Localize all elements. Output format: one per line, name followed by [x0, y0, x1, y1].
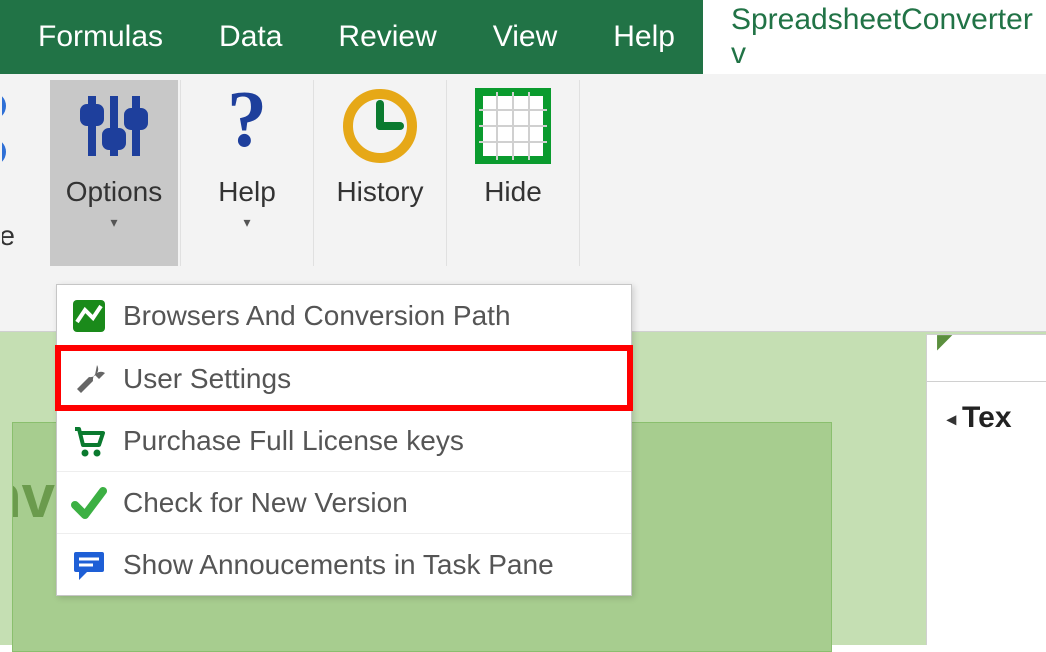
pane-divider	[927, 381, 1046, 382]
menu-label: Browsers And Conversion Path	[123, 300, 511, 332]
ribbon-partial-label: re	[2, 220, 15, 252]
menu-item-show-announcements[interactable]: Show Annoucements in Task Pane	[57, 533, 631, 595]
check-icon	[69, 483, 109, 523]
hide-button[interactable]: Hide	[449, 80, 577, 266]
options-label: Options	[66, 176, 163, 208]
options-dropdown: Browsers And Conversion Path User Settin…	[56, 284, 632, 596]
grid-icon	[473, 86, 553, 166]
history-button[interactable]: History	[316, 80, 444, 266]
menu-label: Show Annoucements in Task Pane	[123, 549, 554, 581]
tab-data[interactable]: Data	[191, 0, 310, 74]
clock-icon	[340, 86, 420, 166]
announcement-icon	[69, 545, 109, 585]
menu-item-purchase-license[interactable]: Purchase Full License keys	[57, 409, 631, 471]
cart-icon	[69, 421, 109, 461]
menu-item-check-version[interactable]: Check for New Version	[57, 471, 631, 533]
menu-item-user-settings[interactable]: User Settings	[57, 347, 631, 409]
chevron-down-icon: ▾	[243, 214, 250, 231]
task-pane: ◤ Tex	[926, 334, 1046, 645]
menu-item-browsers-conversion-path[interactable]: Browsers And Conversion Path	[57, 285, 631, 347]
ribbon-partial-left[interactable]: re	[2, 80, 46, 266]
tab-formulas[interactable]: Formulas	[10, 0, 191, 74]
ribbon-tab-bar: Formulas Data Review View Help Spreadshe…	[0, 0, 1046, 74]
sliders-icon	[74, 86, 154, 166]
pane-corner-mark-icon: ◤	[937, 329, 952, 354]
help-button[interactable]: ? Help ▾	[183, 80, 311, 266]
tab-review[interactable]: Review	[310, 0, 464, 74]
help-label: Help	[218, 176, 276, 208]
wrench-icon	[69, 359, 109, 399]
history-label: History	[336, 176, 423, 208]
chevron-down-icon: ▾	[110, 214, 117, 231]
menu-label: User Settings	[123, 363, 291, 395]
menu-label: Purchase Full License keys	[123, 425, 464, 457]
tab-spreadsheetconverter[interactable]: SpreadsheetConverter v	[703, 0, 1046, 74]
tab-view[interactable]: View	[465, 0, 585, 74]
browsers-icon	[69, 296, 109, 336]
pane-section-label[interactable]: Tex	[947, 401, 1012, 435]
menu-label: Check for New Version	[123, 487, 408, 519]
tab-help[interactable]: Help	[585, 0, 703, 74]
options-button[interactable]: Options ▾	[50, 80, 178, 266]
question-icon: ?	[207, 86, 287, 166]
settings-dots-icon	[2, 86, 42, 181]
svg-text:?: ?	[227, 86, 267, 164]
hide-label: Hide	[484, 176, 542, 208]
worksheet-partial-text: nv	[12, 462, 55, 531]
